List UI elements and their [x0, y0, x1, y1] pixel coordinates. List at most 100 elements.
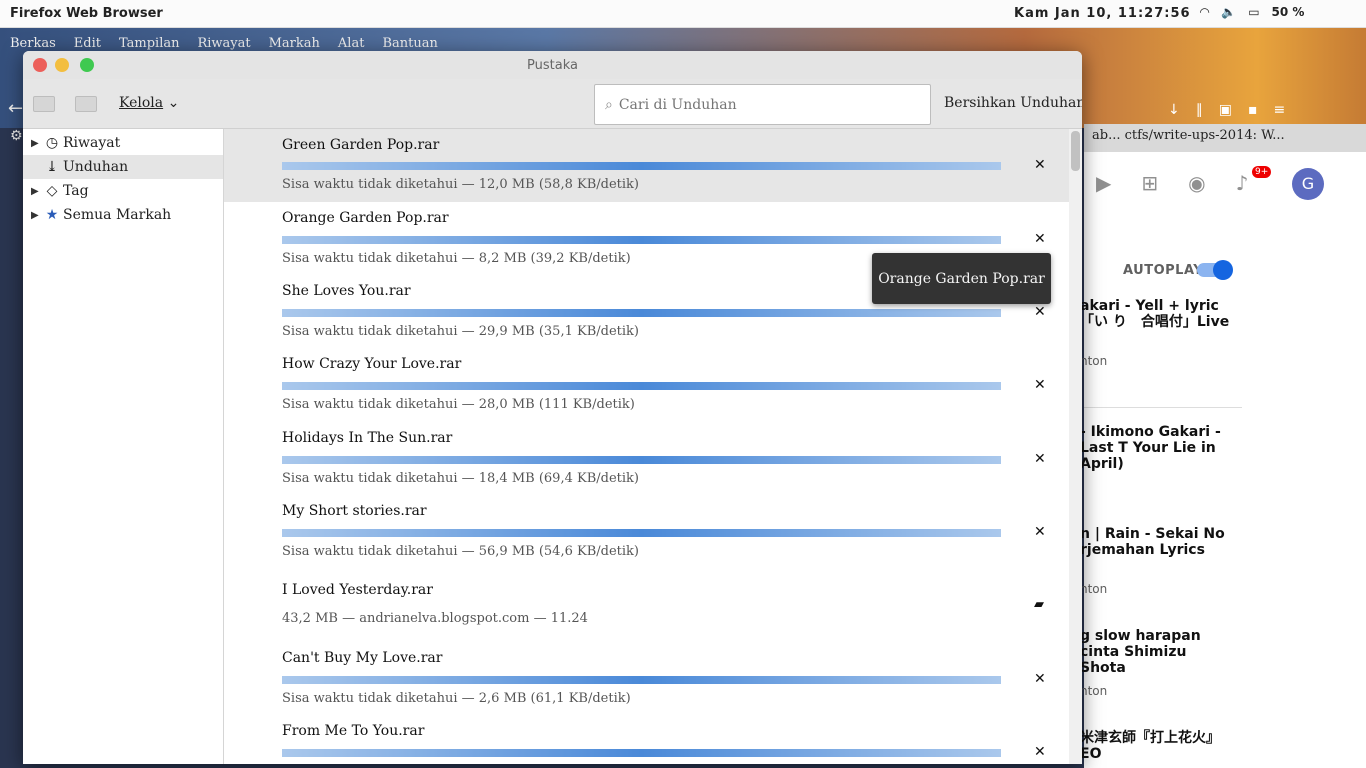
download-arrow-icon[interactable]: ↓	[1168, 102, 1180, 118]
download-status: Sisa waktu tidak diketahui — 56,9 MB (54…	[282, 544, 639, 559]
download-progress-bar	[282, 529, 1001, 537]
sidebar-item-unduhan[interactable]: ⤓ Unduhan	[23, 155, 223, 179]
browser-toolbar-icons: ↓ ∥ ▣ ▪ ≡	[1084, 96, 1366, 124]
clock-icon: ◷	[45, 135, 59, 151]
download-filename: Can't Buy My Love.rar	[282, 650, 443, 666]
downloads-scrollbar[interactable]	[1069, 129, 1082, 764]
download-item[interactable]: Holidays In The Sun.rar Sisa waktu tidak…	[224, 421, 1069, 494]
notification-badge: 9+	[1252, 166, 1272, 178]
cancel-download-icon[interactable]: ✕	[1034, 231, 1046, 247]
expand-arrow-icon[interactable]: ▶	[31, 186, 39, 197]
download-item[interactable]: Can't Buy My Love.rar Sisa waktu tidak d…	[224, 640, 1069, 713]
sidebar-item-semua-markah[interactable]: ▶ ★ Semua Markah	[23, 203, 223, 227]
cancel-download-icon[interactable]: ✕	[1034, 377, 1046, 393]
maximize-window-button[interactable]	[80, 58, 94, 72]
system-tray: ◠ 🔈 ▭ 50 %	[1200, 5, 1304, 19]
clock[interactable]: Kam Jan 10, 11:27:56	[1014, 6, 1191, 21]
download-progress-bar	[282, 162, 1001, 170]
download-icon: ⤓	[46, 159, 58, 175]
download-progress-bar	[282, 382, 1001, 390]
battery-percent[interactable]: 50 %	[1272, 5, 1305, 19]
volume-icon[interactable]: 🔈	[1221, 5, 1236, 19]
back-arrow-icon[interactable]: ←	[8, 98, 23, 119]
download-status: 43,2 MB — andrianelva.blogspot.com — 11.…	[282, 611, 588, 626]
chevron-down-icon: ⌄	[167, 95, 180, 111]
download-item[interactable]: How Crazy Your Love.rar Sisa waktu tidak…	[224, 348, 1069, 421]
back-button[interactable]	[33, 96, 55, 112]
window-title: Pustaka	[527, 57, 578, 73]
sidebar-item-label: Unduhan	[63, 159, 129, 175]
library-toolbar: Kelola ⌄ ⌕ Bersihkan Unduhan	[23, 79, 1082, 129]
cancel-download-icon[interactable]: ✕	[1034, 157, 1046, 173]
download-item[interactable]: From Me To You.rar ✕	[224, 713, 1069, 764]
wifi-icon[interactable]: ◠	[1200, 5, 1209, 19]
sidebar-item-riwayat[interactable]: ▶ ◷ Riwayat	[23, 131, 223, 155]
sidebar-item-label: Tag	[63, 183, 89, 199]
download-item[interactable]: Green Garden Pop.rar Sisa waktu tidak di…	[224, 129, 1069, 202]
forward-button[interactable]	[75, 96, 97, 112]
download-filename: Orange Garden Pop.rar	[282, 210, 449, 226]
download-progress-bar	[282, 456, 1001, 464]
manage-label: Kelola	[119, 95, 164, 111]
download-status: Sisa waktu tidak diketahui — 29,9 MB (35…	[282, 324, 639, 339]
divider	[1084, 407, 1242, 408]
cancel-download-icon[interactable]: ✕	[1034, 304, 1046, 320]
search-field[interactable]: ⌕	[594, 84, 931, 125]
video-title[interactable]: - Ikimono Gakari - Last T Your Lie in Ap…	[1080, 424, 1230, 472]
battery-icon[interactable]: ▭	[1248, 5, 1259, 19]
apps-grid-icon[interactable]: ⊞	[1141, 171, 1158, 195]
video-meta: nton	[1080, 684, 1108, 698]
minimize-window-button[interactable]	[55, 58, 69, 72]
video-title[interactable]: akari - Yell + lyric「い り 合唱付」Live	[1080, 298, 1230, 330]
sidebar-item-label: Semua Markah	[63, 207, 172, 223]
autoplay-toggle[interactable]	[1197, 260, 1233, 280]
download-progress-bar	[282, 749, 1001, 757]
search-input[interactable]	[618, 96, 909, 113]
browser-tab-strip[interactable]: ab... ctfs/write-ups-2014: W...	[1084, 124, 1366, 152]
sidebar-icon[interactable]: ▣	[1219, 102, 1232, 118]
library-window: Pustaka Kelola ⌄ ⌕ Bersihkan Unduhan ▶ ◷…	[23, 51, 1082, 764]
clear-downloads-button[interactable]: Bersihkan Unduhan	[944, 95, 1082, 111]
browser-left-controls: ← ⚙	[0, 58, 24, 158]
scrollbar-thumb[interactable]	[1071, 131, 1080, 171]
library-titlebar[interactable]: Pustaka	[23, 51, 1082, 79]
cancel-download-icon[interactable]: ✕	[1034, 524, 1046, 540]
cancel-download-icon[interactable]: ✕	[1034, 671, 1046, 687]
cancel-download-icon[interactable]: ✕	[1034, 744, 1046, 760]
filename-tooltip: Orange Garden Pop.rar	[872, 253, 1051, 304]
video-title[interactable]: g slow harapan cinta Shimizu Shota	[1080, 628, 1230, 676]
download-filename: My Short stories.rar	[282, 503, 427, 519]
autoplay-label: AUTOPLAY	[1123, 263, 1204, 278]
download-filename: Holidays In The Sun.rar	[282, 430, 453, 446]
youtube-page: ▶ ⊞ ◉ ♪ 9+ G AUTOPLAY akari - Yell + lyr…	[1080, 152, 1366, 768]
sidebar-item-tag[interactable]: ▶ ◇ Tag	[23, 179, 223, 203]
download-status: Sisa waktu tidak diketahui — 12,0 MB (58…	[282, 177, 639, 192]
library-icon[interactable]: ∥	[1196, 102, 1203, 118]
download-progress-bar	[282, 236, 1001, 244]
close-window-button[interactable]	[33, 58, 47, 72]
settings-gear-icon[interactable]: ⚙	[10, 128, 23, 144]
menu-hamburger-icon[interactable]: ≡	[1273, 102, 1285, 118]
notifications-bell-icon[interactable]: ♪	[1236, 171, 1249, 195]
create-video-icon[interactable]: ▶	[1096, 171, 1111, 195]
open-folder-icon[interactable]: ▰	[1034, 597, 1044, 612]
messages-icon[interactable]: ◉	[1188, 171, 1205, 195]
expand-arrow-icon[interactable]: ▶	[31, 138, 39, 149]
extension-icon[interactable]: ▪	[1248, 102, 1258, 118]
download-item[interactable]: My Short stories.rar Sisa waktu tidak di…	[224, 494, 1069, 567]
download-status: Sisa waktu tidak diketahui — 28,0 MB (11…	[282, 397, 635, 412]
active-app-name[interactable]: Firefox Web Browser	[10, 6, 163, 21]
video-title[interactable]: 米津玄師『打上花火』 EO	[1080, 730, 1230, 762]
avatar[interactable]: G	[1292, 168, 1324, 200]
search-icon: ⌕	[605, 96, 613, 113]
video-meta: nton	[1080, 354, 1108, 368]
video-title[interactable]: n | Rain - Sekai No rjemahan Lyrics	[1080, 526, 1230, 558]
tab-title[interactable]: ab... ctfs/write-ups-2014: W...	[1092, 128, 1285, 143]
download-status: Sisa waktu tidak diketahui — 18,4 MB (69…	[282, 471, 639, 486]
manage-menu-button[interactable]: Kelola ⌄	[119, 95, 179, 111]
cancel-download-icon[interactable]: ✕	[1034, 451, 1046, 467]
expand-arrow-icon[interactable]: ▶	[31, 210, 39, 221]
sidebar-item-label: Riwayat	[63, 135, 121, 151]
download-item-completed[interactable]: I Loved Yesterday.rar 43,2 MB — andriane…	[224, 567, 1069, 640]
download-status: Sisa waktu tidak diketahui — 8,2 MB (39,…	[282, 251, 631, 266]
